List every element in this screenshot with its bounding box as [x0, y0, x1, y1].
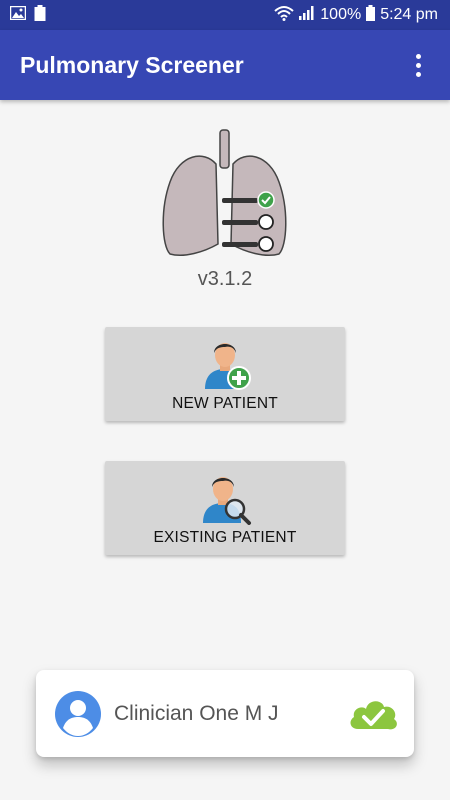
gallery-notification-icon [9, 5, 27, 25]
status-bar: 100% 5:24 pm [0, 0, 450, 30]
version-label: v3.1.2 [197, 268, 253, 290]
wifi-icon [274, 5, 294, 26]
signal-icon [299, 5, 315, 25]
app-bar: Pulmonary Screener [0, 30, 450, 100]
overflow-dot [415, 71, 421, 77]
overflow-dot [415, 62, 421, 68]
battery-notification-icon [34, 4, 46, 26]
existing-patient-button[interactable]: EXISTING PATIENT [105, 461, 345, 555]
overflow-dot [415, 53, 421, 59]
cloud-sync-check-icon[interactable] [346, 693, 400, 735]
clinician-name: Clinician One M J [114, 701, 279, 725]
status-bar-right: 100% 5:24 pm [274, 4, 438, 26]
clinician-card[interactable]: Clinician One M J [36, 670, 414, 757]
overflow-menu-button[interactable] [406, 50, 430, 80]
add-patient-icon [197, 335, 253, 391]
existing-patient-label: EXISTING PATIENT [153, 529, 297, 546]
app-title: Pulmonary Screener [20, 51, 244, 78]
new-patient-label: NEW PATIENT [172, 395, 278, 412]
status-bar-left [9, 4, 46, 26]
app-logo [158, 128, 292, 260]
avatar-icon [54, 690, 102, 738]
clock: 5:24 pm [380, 6, 438, 23]
battery-icon [366, 4, 376, 26]
battery-percent: 100% [320, 6, 362, 23]
new-patient-button[interactable]: NEW PATIENT [105, 327, 345, 421]
search-patient-icon [197, 469, 253, 525]
